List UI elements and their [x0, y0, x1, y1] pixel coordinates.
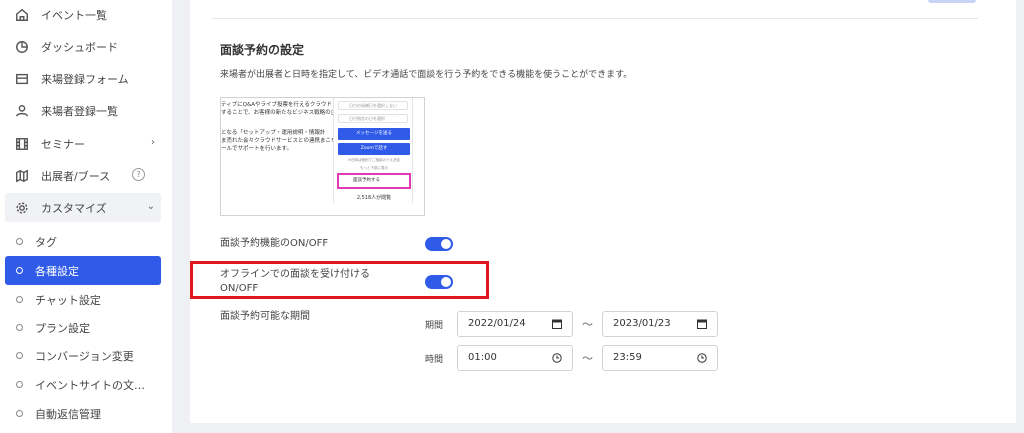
preview-count: 2,518人が閲覧 [356, 195, 392, 201]
divider [212, 18, 978, 19]
sidebar-item-seminar[interactable]: セミナー › [5, 129, 161, 158]
sidebar-item-label: セミナー [41, 137, 85, 151]
bullet-icon [15, 410, 23, 417]
sidebar-item-visitor-list[interactable]: 来場者登録一覧 [5, 96, 161, 125]
sidebar-subitem-chat-settings[interactable]: チャット設定 [5, 285, 161, 314]
start-date-value: 2022/01/24 [468, 318, 526, 329]
bullet-icon [15, 296, 23, 303]
start-date-input[interactable]: 2022/01/24 [457, 311, 573, 337]
bullet-icon [15, 267, 23, 274]
calendar-icon[interactable] [697, 319, 707, 329]
feature-toggle[interactable] [425, 237, 453, 251]
period-label: 面談予約可能な期間 [220, 311, 310, 322]
start-time-value: 01:00 [468, 352, 497, 363]
map-icon [15, 169, 29, 183]
form-icon [15, 72, 29, 86]
sidebar-item-event-list[interactable]: イベント一覧 [5, 0, 161, 29]
help-icon[interactable]: ? [132, 168, 145, 181]
sidebar-item-label: 来場者登録一覧 [41, 104, 118, 118]
preview-image: ティブにQ&Aやライブ投票を行えるクラウド することで、お客様の新たなビジネス戦… [220, 97, 425, 216]
top-button[interactable] [928, 0, 976, 3]
clock-icon[interactable] [697, 353, 707, 363]
preview-radio: 日付の候補日を選択しない [338, 101, 408, 110]
feature-toggle-label: 面談予約機能のON/OFF [220, 238, 329, 249]
preview-radio: 日付指定の日を選択 [338, 114, 408, 123]
preview-text-line: ールでサポートを行います。 [221, 146, 292, 152]
sidebar-item-exhibitor-booth[interactable]: 出展者/ブース ? [5, 161, 161, 190]
preview-text-line: ま売れた会々クラウドサービスとの連携まこを [221, 138, 337, 144]
main-panel: 面談予約の設定 来場者が出展者と日時を指定して、ビデオ通話で面談を行う予約をでき… [190, 0, 1016, 423]
time-range-label: 時間 [425, 355, 444, 365]
annotation-highlight [190, 261, 489, 299]
sidebar-subitem-auto-reply[interactable]: 自動返信管理 [5, 399, 161, 428]
sidebar-item-dashboard[interactable]: ダッシュボード [5, 32, 161, 61]
bullet-icon [15, 324, 23, 331]
gear-icon [15, 201, 29, 215]
chevron-right-icon: › [151, 137, 155, 148]
sidebar-item-label: タグ [35, 235, 57, 249]
clock-icon[interactable] [552, 353, 562, 363]
sidebar: イベント一覧 ダッシュボード 来場登録フォーム 来場者登録一覧 セミナー › 出… [0, 0, 172, 433]
calendar-icon[interactable] [552, 319, 562, 329]
sidebar-subitem-plan-settings[interactable]: プラン設定 [5, 313, 161, 342]
bullet-icon [15, 352, 23, 359]
range-separator: ～ [582, 352, 593, 365]
chevron-down-icon: ⌄ [146, 201, 155, 212]
preview-text-line: となる「セットアップ・運用説明・情報計 [221, 130, 326, 136]
toggle-knob [441, 239, 451, 249]
end-time-value: 23:59 [613, 352, 642, 363]
start-time-input[interactable]: 01:00 [457, 345, 573, 371]
bullet-icon [15, 381, 23, 388]
film-icon [15, 137, 29, 151]
sidebar-subitem-conversion[interactable]: コンバージョン変更 [5, 341, 161, 370]
sidebar-item-label: チャット設定 [35, 293, 101, 307]
preview-text-line: ティブにQ&Aやライブ投票を行えるクラウド [221, 102, 332, 108]
range-separator: ～ [582, 318, 593, 331]
preview-note: もっと下部に表示 [360, 166, 388, 170]
end-date-value: 2023/01/23 [613, 318, 671, 329]
preview-zoom-button: Zoomで話す [338, 143, 410, 155]
sidebar-subitem-tag[interactable]: タグ [5, 227, 161, 256]
sidebar-subitem-event-site-text[interactable]: イベントサイトの文… [5, 370, 161, 399]
pie-chart-icon [15, 40, 29, 54]
sidebar-item-customize[interactable]: カスタマイズ ⌄ [5, 193, 161, 222]
sidebar-item-label: 来場登録フォーム [41, 72, 129, 86]
section-title: 面談予約の設定 [220, 43, 305, 57]
preview-note: ※日時は個別でご相談のうえ決定 [348, 158, 400, 162]
preview-text-line: することで、お客様の新たなビジネス戦略の企 [221, 110, 337, 116]
sidebar-subitem-settings[interactable]: 各種設定 [5, 256, 161, 285]
bullet-icon [15, 238, 23, 245]
sidebar-item-label: カスタマイズ [41, 201, 107, 215]
sidebar-item-label: コンバージョン変更 [35, 349, 134, 363]
section-description: 来場者が出展者と日時を指定して、ビデオ通話で面談を行う予約をできる機能を使うこと… [220, 70, 633, 80]
sidebar-item-label: 自動返信管理 [35, 407, 101, 421]
preview-message-button: メッセージを送る [338, 128, 410, 140]
end-date-input[interactable]: 2023/01/23 [602, 311, 718, 337]
sidebar-item-label: プラン設定 [35, 321, 90, 335]
sidebar-item-label: 各種設定 [35, 264, 79, 278]
sidebar-item-label: イベントサイトの文… [35, 378, 145, 392]
end-time-input[interactable]: 23:59 [602, 345, 718, 371]
preview-panel: 日付の候補日を選択しない 日付指定の日を選択 メッセージを送る Zoomで話す … [333, 98, 413, 203]
sidebar-item-label: イベント一覧 [41, 8, 107, 22]
user-icon [15, 104, 29, 118]
sidebar-item-label: 出展者/ブース [41, 169, 111, 183]
preview-reserve-button: 面談予約する [337, 173, 411, 189]
sidebar-item-registration-form[interactable]: 来場登録フォーム [5, 64, 161, 93]
home-icon [15, 8, 29, 22]
sidebar-item-label: ダッシュボード [41, 40, 118, 54]
date-range-label: 期間 [425, 321, 444, 331]
